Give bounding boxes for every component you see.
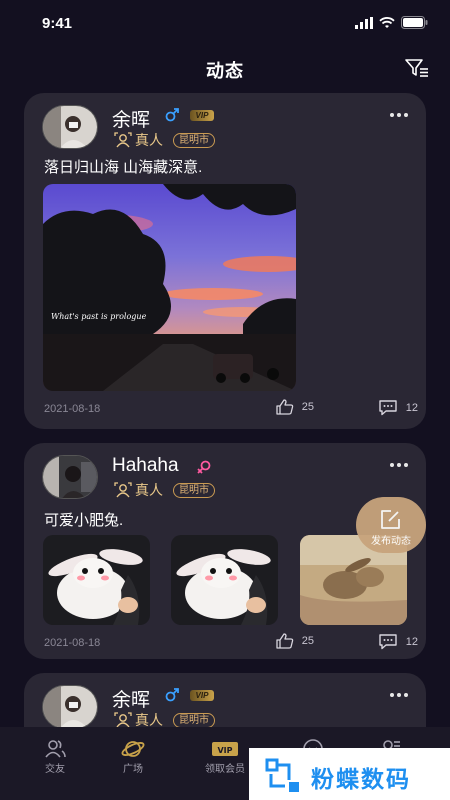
- friends-icon: [45, 740, 66, 758]
- rabbit-photo: [171, 535, 278, 625]
- vip-badge: VIP: [190, 110, 214, 121]
- svg-text:VIP: VIP: [217, 746, 232, 755]
- real-person-icon: [114, 482, 132, 498]
- avatar[interactable]: [42, 105, 98, 149]
- username[interactable]: 余晖: [112, 685, 150, 712]
- comment-icon: [379, 634, 397, 650]
- avatar-image: [43, 456, 97, 498]
- avatar[interactable]: [42, 685, 98, 729]
- comment-button[interactable]: 12: [378, 633, 418, 650]
- post-photo[interactable]: [171, 535, 278, 625]
- post-card[interactable]: 余晖 VIP 真人 昆明市 落日归山海 山海藏深意. What's past i…: [24, 93, 426, 429]
- like-count: 25: [301, 401, 314, 413]
- verified-row: 真人 昆明市: [114, 480, 215, 500]
- avatar-image: [43, 106, 97, 148]
- more-button[interactable]: [390, 463, 408, 467]
- publish-post-button[interactable]: 发布动态: [356, 497, 426, 553]
- tab-label: 交友: [45, 764, 65, 775]
- thumbs-up-icon: [276, 399, 293, 415]
- sunset-photo: What's past is prologue: [43, 184, 296, 391]
- like-count: 25: [301, 635, 314, 647]
- filter-icon: [405, 59, 428, 77]
- female-icon: [197, 460, 211, 474]
- post-card[interactable]: Hahaha 真人 昆明市 可爱小肥兔. 2021-08-18 25 12: [24, 443, 426, 659]
- post-date: 2021-08-18: [44, 637, 101, 649]
- watermark: 粉蝶数码: [249, 748, 450, 800]
- comment-icon: [379, 400, 397, 416]
- like-button[interactable]: 25: [276, 399, 314, 415]
- vip-icon: VIP: [212, 742, 238, 756]
- real-person-icon: [114, 132, 132, 148]
- male-icon: [165, 108, 179, 122]
- real-person-icon: [114, 712, 132, 728]
- username[interactable]: Hahaha: [112, 455, 179, 477]
- post-text: 可爱小肥兔.: [44, 512, 124, 529]
- city-badge: 昆明市: [173, 482, 215, 498]
- post-photo[interactable]: What's past is prologue: [43, 184, 296, 391]
- photo-caption: What's past is prologue: [51, 312, 147, 321]
- avatar[interactable]: [42, 455, 98, 499]
- watermark-text: 粉蝶数码: [311, 766, 411, 792]
- planet-icon: [121, 741, 145, 757]
- more-button[interactable]: [390, 113, 408, 117]
- city-badge: 昆明市: [173, 132, 215, 148]
- verified-row: 真人 昆明市: [114, 130, 215, 150]
- tab-label: 广场: [123, 764, 143, 775]
- male-icon: [165, 688, 179, 702]
- post-date: 2021-08-18: [44, 403, 101, 415]
- avatar-image: [43, 686, 97, 728]
- page-title: 动态: [206, 61, 244, 81]
- verified-label: 真人: [135, 482, 163, 498]
- thumbs-up-icon: [276, 633, 293, 649]
- city-badge: 昆明市: [173, 712, 215, 728]
- rabbit-photo: [43, 535, 150, 625]
- filter-button[interactable]: [404, 56, 430, 80]
- username[interactable]: 余晖: [112, 105, 150, 132]
- comment-button[interactable]: 12: [378, 399, 418, 416]
- more-button[interactable]: [390, 693, 408, 697]
- post-photo[interactable]: [43, 535, 150, 625]
- tab-square[interactable]: 广场: [88, 727, 178, 787]
- status-time: 9:41: [42, 15, 73, 32]
- nav-header: 动态: [0, 48, 450, 88]
- edit-icon: [381, 510, 400, 529]
- post-text: 落日归山海 山海藏深意.: [44, 159, 203, 176]
- like-button[interactable]: 25: [276, 633, 314, 649]
- tab-friends[interactable]: 交友: [10, 727, 100, 787]
- comment-count: 12: [405, 635, 418, 648]
- signal-icon: [355, 16, 373, 29]
- status-icons: [355, 16, 428, 29]
- battery-icon: [401, 16, 428, 29]
- wifi-icon: [379, 16, 395, 28]
- status-bar: 9:41: [0, 0, 450, 44]
- verified-label: 真人: [135, 132, 163, 148]
- comment-count: 12: [405, 401, 418, 414]
- vip-badge: VIP: [190, 690, 214, 701]
- butterfly-logo-icon: [265, 758, 299, 792]
- publish-post-label: 发布动态: [371, 536, 411, 547]
